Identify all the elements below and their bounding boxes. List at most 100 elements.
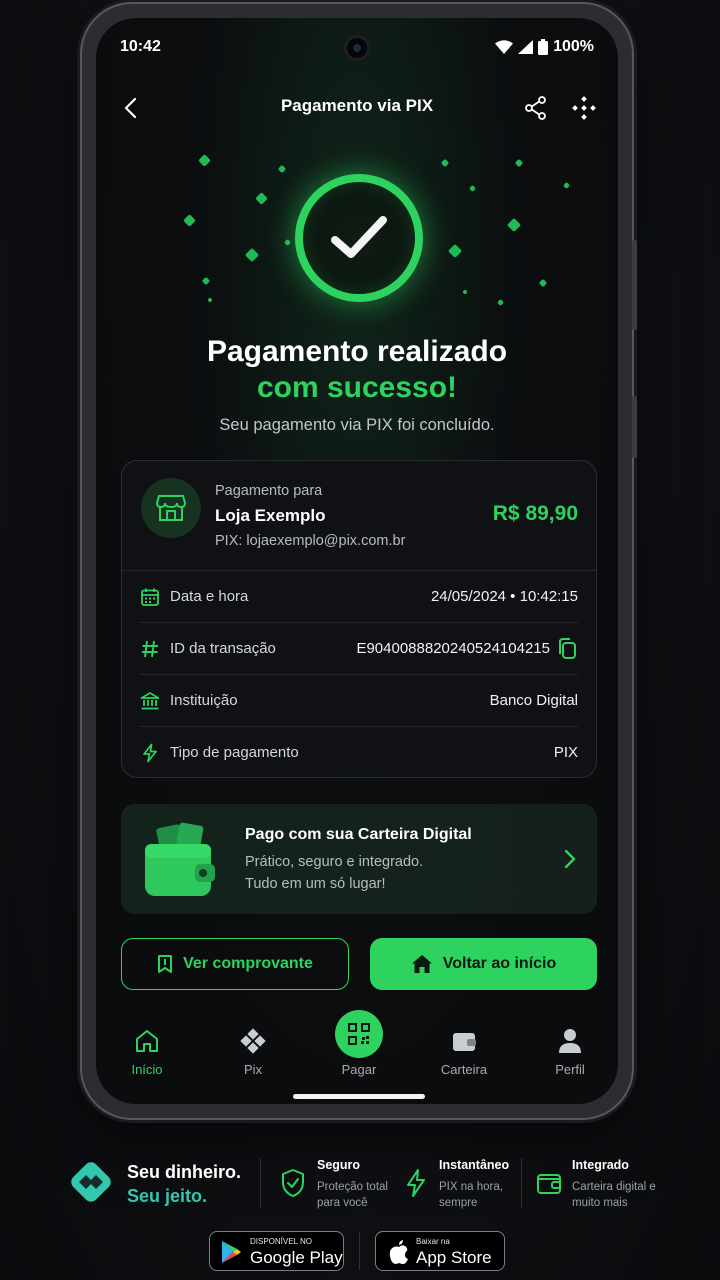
nav-item-home[interactable]: Início — [107, 1026, 187, 1077]
hash-icon — [142, 640, 158, 658]
user-icon — [559, 1029, 581, 1053]
bank-icon — [140, 692, 160, 710]
wallet-illustration-icon — [145, 822, 215, 896]
wallet-icon — [537, 1174, 561, 1194]
battery-icon — [538, 39, 549, 55]
nav-item-pix[interactable]: Pix — [213, 1026, 293, 1077]
feature-title: Seguro — [317, 1158, 361, 1172]
view-receipt-button[interactable]: Ver comprovante — [121, 938, 349, 990]
volume-button — [632, 240, 637, 330]
confetti-piece — [538, 278, 548, 288]
home-indicator[interactable] — [293, 1094, 425, 1099]
digital-wallet-banner[interactable]: Pago com sua Carteira Digital Prático, s… — [121, 804, 597, 914]
success-check-badge — [295, 174, 423, 302]
wallet-banner-text: Tudo em um só lugar! — [245, 876, 386, 892]
calendar-icon — [141, 588, 159, 606]
brand-tagline-highlight: Seu jeito. — [127, 1186, 208, 1206]
nav-label: Pix — [243, 1062, 263, 1077]
nav-label: Perfil — [555, 1062, 585, 1077]
nav-item-wallet[interactable]: Carteira — [424, 1026, 504, 1077]
app-store-badge[interactable]: Baixar na App Store — [375, 1231, 505, 1271]
confetti-piece — [277, 164, 287, 174]
receipt-icon — [158, 955, 173, 973]
store-small-label: Baixar na — [416, 1237, 450, 1246]
pix-key: PIX: lojaexemplo@pix.com.br — [215, 533, 406, 549]
back-to-home-label: Voltar ao início — [442, 955, 557, 972]
confetti-piece — [244, 247, 260, 263]
view-receipt-label: Ver comprovante — [183, 955, 313, 972]
divider — [260, 1158, 261, 1208]
detail-label: ID da transação — [170, 640, 276, 657]
status-time: 10:42 — [120, 38, 161, 55]
chevron-right-icon — [564, 849, 576, 869]
success-title-highlight: com sucesso! — [256, 371, 458, 404]
store-icon — [141, 478, 201, 538]
pix-icon — [240, 1028, 266, 1054]
phone-screen: 10:42 100% Pagamento via PIX Pagamento r… — [96, 18, 618, 1104]
confetti-piece — [198, 154, 211, 167]
detail-row-date: Data e hora 24/05/2024 • 10:42:15 — [140, 571, 578, 623]
wallet-icon — [453, 1033, 476, 1051]
confetti-piece — [283, 238, 292, 247]
shield-check-icon — [282, 1169, 304, 1197]
wallet-banner-title: Pago com sua Carteira Digital — [245, 826, 472, 843]
front-camera — [344, 35, 370, 61]
store-name: App Store — [416, 1248, 492, 1267]
detail-label: Tipo de pagamento — [170, 744, 299, 761]
power-button — [632, 396, 637, 458]
detail-value: 24/05/2024 • 10:42:15 — [430, 588, 578, 605]
home-outline-icon — [136, 1030, 158, 1052]
phone-frame: 10:42 100% Pagamento via PIX Pagamento r… — [80, 2, 637, 1120]
share-icon[interactable] — [522, 94, 550, 122]
payment-details-card: Pagamento para Loja Exemplo PIX: lojaexe… — [121, 460, 597, 778]
confetti-piece — [183, 214, 196, 227]
detail-label: Instituição — [170, 692, 238, 709]
feature-desc: PIX na hora, sempre — [439, 1181, 503, 1209]
detail-value: Banco Digital — [489, 692, 578, 709]
confetti-piece — [562, 181, 571, 190]
success-subtitle: Seu pagamento via PIX foi concluído. — [219, 416, 495, 434]
store-name: Google Play — [250, 1248, 343, 1267]
confetti-piece — [440, 158, 450, 168]
detail-value: E9040088820240524104215 — [356, 640, 550, 657]
store-small-label: DISPONÍVEL NO — [250, 1237, 312, 1246]
apple-icon — [389, 1240, 408, 1264]
nav-label: Carteira — [440, 1062, 488, 1077]
feature-title: Integrado — [572, 1158, 629, 1172]
confetti-piece — [496, 298, 505, 307]
copy-icon[interactable] — [556, 637, 578, 661]
signal-icon — [518, 40, 534, 54]
google-play-icon — [222, 1241, 241, 1263]
success-title: Pagamento realizado — [206, 335, 508, 368]
merchant-name: Loja Exemplo — [215, 506, 326, 525]
nav-label: Pagar — [341, 1062, 377, 1077]
status-icons: 100% — [495, 38, 594, 56]
payment-amount: R$ 89,90 — [492, 502, 578, 525]
app-header: Pagamento via PIX — [96, 90, 618, 126]
lightning-icon — [143, 743, 157, 763]
pix-menu-icon[interactable] — [570, 94, 598, 122]
confetti-piece — [468, 184, 477, 193]
pay-fab[interactable] — [335, 1010, 383, 1058]
wifi-icon — [495, 40, 514, 54]
wallet-banner-text: Prático, seguro e integrado. — [245, 854, 424, 870]
detail-label: Data e hora — [170, 588, 249, 605]
feature-title: Instantâneo — [439, 1158, 510, 1172]
nav-label: Início — [131, 1062, 163, 1077]
divider — [521, 1158, 522, 1208]
confetti-piece — [506, 217, 522, 233]
nav-item-profile[interactable]: Perfil — [530, 1026, 610, 1077]
confetti-piece — [447, 243, 463, 259]
lightning-icon — [407, 1169, 425, 1197]
pay-to-label: Pagamento para — [215, 483, 323, 499]
nav-item-pay[interactable]: Pagar — [319, 1010, 399, 1077]
feature-desc: Proteção total para você — [317, 1181, 388, 1209]
confetti-piece — [514, 158, 524, 168]
google-play-badge[interactable]: DISPONÍVEL NO Google Play — [209, 1231, 344, 1271]
checkmark-icon — [331, 216, 387, 258]
back-to-home-button[interactable]: Voltar ao início — [370, 938, 597, 990]
qr-code-icon — [348, 1023, 370, 1045]
detail-row-institution: Instituição Banco Digital — [140, 675, 578, 727]
brand-logo-icon — [71, 1162, 111, 1202]
bottom-navigation: Início Pix Pagar Carteira Perfil — [96, 1008, 618, 1088]
